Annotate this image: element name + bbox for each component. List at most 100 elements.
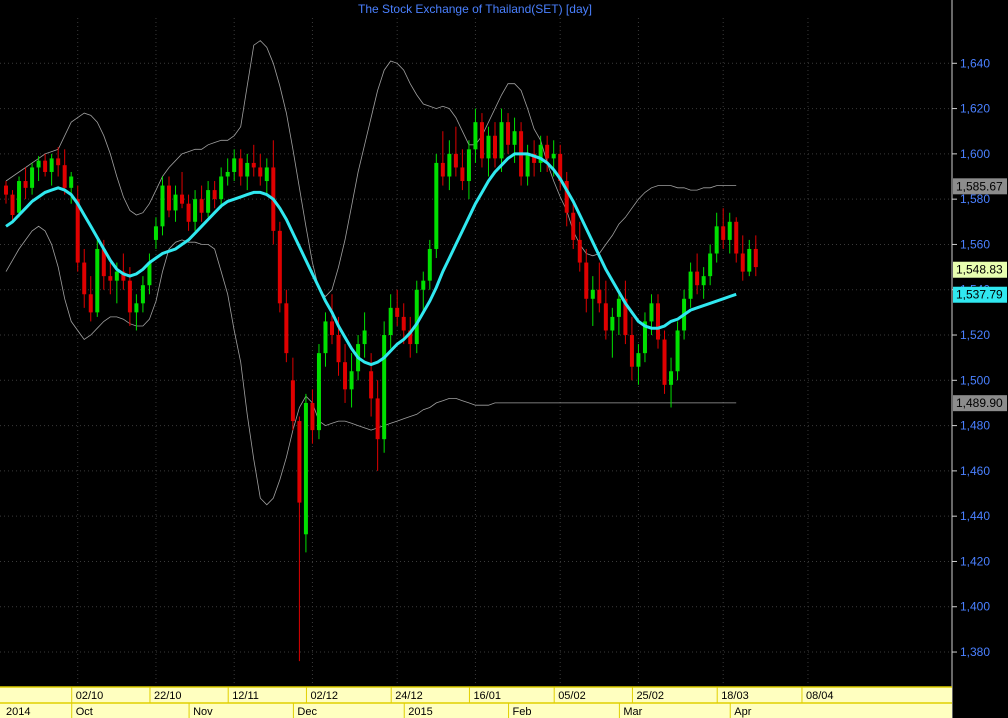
candle-body xyxy=(506,122,511,145)
candle-body xyxy=(382,335,387,440)
candle-body xyxy=(747,248,752,272)
chart-title: The Stock Exchange of Thailand(SET) [day… xyxy=(358,2,592,16)
candle-body xyxy=(427,248,432,281)
y-tick-label: 1,380 xyxy=(960,645,990,659)
candle-body xyxy=(180,194,185,204)
candle-body xyxy=(714,226,719,254)
candle-body xyxy=(173,194,178,211)
x-axis: 02/10 22/10 12/11 02/12 24/12 16/01 05/02 25/02… xyxy=(0,686,952,718)
y-tick-label: 1,600 xyxy=(960,147,990,161)
y-tick-label: 1,480 xyxy=(960,419,990,433)
y-tick-label: 1,500 xyxy=(960,373,990,387)
candle-body xyxy=(212,190,217,200)
candle-body xyxy=(388,307,393,336)
candle-body xyxy=(401,316,406,331)
candle-body xyxy=(493,135,497,159)
candle-body xyxy=(140,285,145,304)
candle-body xyxy=(316,353,321,431)
candle-body xyxy=(590,289,595,299)
candle-body xyxy=(375,398,380,440)
candle-body xyxy=(88,294,93,313)
candle-body xyxy=(297,421,302,503)
x-day-label: 12/11 xyxy=(232,690,259,702)
y-tick-label: 1,400 xyxy=(960,600,990,614)
y-axis: 1,380 1,400 1,420 1,440 1,460 1,480 1,500 1,520… xyxy=(952,56,990,659)
candle-body xyxy=(669,371,674,385)
candle-body xyxy=(453,153,458,168)
candle-body xyxy=(82,262,87,295)
candle-body xyxy=(343,362,348,390)
x-day-label: 05/02 xyxy=(558,690,586,702)
candle-body xyxy=(303,402,308,535)
candle-body xyxy=(43,160,48,172)
candle-body xyxy=(662,339,667,385)
stock-chart: The Stock Exchange of Thailand(SET) [day… xyxy=(0,0,1007,718)
value-label: 1,537.79 xyxy=(956,288,1003,302)
candle-body xyxy=(577,239,582,263)
candle-body xyxy=(616,298,621,317)
candle-body xyxy=(290,380,295,422)
candle-body xyxy=(153,226,158,240)
x-day-label: 22/10 xyxy=(154,690,182,702)
candle-body xyxy=(421,280,426,290)
candle-body xyxy=(656,303,660,340)
candle-body xyxy=(225,171,230,177)
candle-body xyxy=(30,167,35,188)
x-month-label: Apr xyxy=(734,706,751,718)
candle-body xyxy=(114,271,119,281)
candle-body xyxy=(17,181,22,213)
candle-body xyxy=(36,160,41,168)
value-label: 1,548.83 xyxy=(956,263,1003,277)
candle-body xyxy=(479,122,484,159)
candle-body xyxy=(512,131,517,145)
candle-body xyxy=(4,185,8,195)
candle-body xyxy=(56,158,61,166)
x-day-label: 18/03 xyxy=(721,690,749,702)
candle-body xyxy=(486,135,491,159)
candle-body xyxy=(127,280,132,313)
candle-body xyxy=(473,122,478,150)
x-month-label: Oct xyxy=(76,706,93,718)
candle-body xyxy=(525,153,530,177)
candle-body xyxy=(323,321,328,354)
candle-body xyxy=(277,230,282,304)
candle-body xyxy=(49,158,54,172)
x-day-label: 02/10 xyxy=(76,690,104,702)
candle-body xyxy=(310,402,315,431)
candle-body xyxy=(649,303,654,322)
grid xyxy=(0,0,953,718)
candle-body xyxy=(258,167,263,177)
candle-body xyxy=(108,276,113,281)
candle-body xyxy=(721,226,726,240)
candle-body xyxy=(701,276,706,286)
y-tick-label: 1,440 xyxy=(960,509,990,523)
candle-body xyxy=(193,199,198,222)
value-label: 1,585.67 xyxy=(956,179,1003,193)
candle-body xyxy=(440,162,445,177)
y-tick-label: 1,520 xyxy=(960,328,990,342)
candle-body xyxy=(434,162,439,249)
candle-body xyxy=(597,289,602,304)
candle-body xyxy=(629,335,634,367)
candle-body xyxy=(160,185,165,227)
candle-body xyxy=(199,199,204,213)
candle-body xyxy=(232,158,237,172)
x-month-label: 2015 xyxy=(408,706,432,718)
x-day-label: 24/12 xyxy=(395,690,423,702)
candle-body xyxy=(264,167,269,182)
candle-body xyxy=(167,185,171,211)
candle-body xyxy=(753,248,758,268)
candle-body xyxy=(219,176,224,200)
candle-body xyxy=(610,316,615,331)
x-month-label: Feb xyxy=(513,706,532,718)
candle-body xyxy=(62,165,67,188)
candle-body xyxy=(330,321,334,336)
x-day-label: 02/12 xyxy=(310,690,338,702)
candle-body xyxy=(545,144,550,159)
y-tick-label: 1,620 xyxy=(960,102,990,116)
candle-body xyxy=(186,203,191,222)
candle-body xyxy=(284,303,289,354)
candle-body xyxy=(238,158,243,177)
y-tick-label: 1,640 xyxy=(960,56,990,70)
candle-body xyxy=(134,303,139,313)
